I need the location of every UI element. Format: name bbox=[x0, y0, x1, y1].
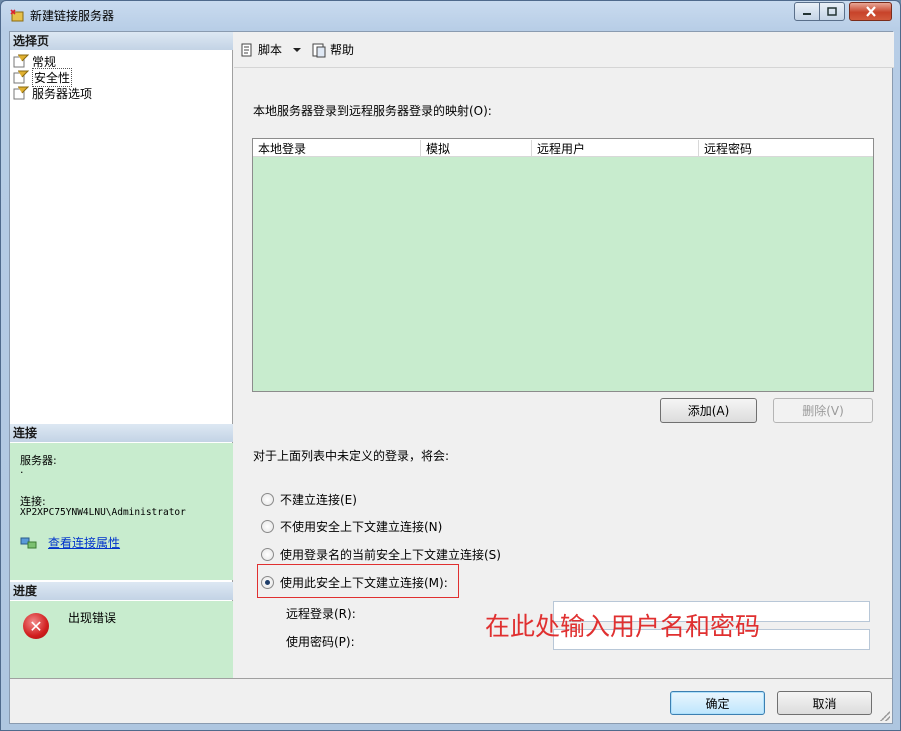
cancel-button[interactable]: 取消 bbox=[777, 691, 872, 715]
progress-area: ✕ 出现错误 bbox=[10, 601, 233, 678]
connection-value: XP2XPC75YNW4LNU\Administrator bbox=[20, 507, 186, 518]
app-icon bbox=[10, 9, 24, 22]
server-value: . bbox=[20, 463, 24, 476]
login-mapping-grid[interactable]: 本地登录 模拟 远程用户 远程密码 bbox=[252, 138, 874, 392]
column-header-local-login[interactable]: 本地登录 bbox=[253, 140, 421, 156]
page-item-security[interactable]: 安全性 bbox=[13, 67, 73, 87]
server-label: 服务器: bbox=[20, 454, 57, 467]
view-connection-properties[interactable]: 查看连接属性 bbox=[20, 534, 120, 551]
error-icon: ✕ bbox=[23, 613, 49, 639]
column-header-remote-user[interactable]: 远程用户 bbox=[532, 140, 699, 156]
option-label: 不建立连接(E) bbox=[280, 493, 357, 507]
option-label: 使用登录名的当前安全上下文建立连接(S) bbox=[280, 548, 501, 562]
select-page-header: 选择页 bbox=[10, 32, 233, 50]
page-item-label: 服务器选项 bbox=[32, 86, 93, 101]
chevron-down-icon[interactable] bbox=[291, 46, 303, 54]
window-title: 新建链接服务器 bbox=[30, 9, 115, 23]
help-icon bbox=[312, 43, 326, 57]
maximize-icon bbox=[827, 7, 837, 16]
page-icon bbox=[13, 86, 29, 100]
view-connection-properties-link[interactable]: 查看连接属性 bbox=[48, 534, 120, 551]
connection-properties-icon bbox=[20, 537, 37, 548]
connection-area: 服务器: . 连接: XP2XPC75YNW4LNU\Administrator… bbox=[10, 443, 233, 580]
grid-header: 本地登录 模拟 远程用户 远程密码 bbox=[253, 139, 873, 157]
annotation-text: 在此处输入用户名和密码 bbox=[485, 612, 761, 641]
minimize-icon bbox=[803, 12, 811, 15]
page-item-server-options[interactable]: 服务器选项 bbox=[13, 85, 92, 101]
progress-header: 进度 bbox=[10, 582, 233, 600]
ok-button[interactable]: 确定 bbox=[670, 691, 765, 715]
remove-button[interactable]: 删除(V) bbox=[773, 398, 873, 423]
option-current-security-context[interactable]: 使用登录名的当前安全上下文建立连接(S) bbox=[261, 546, 501, 563]
mapping-label: 本地服务器登录到远程服务器登录的映射(O): bbox=[253, 104, 492, 118]
script-button[interactable]: 脚本 bbox=[239, 41, 303, 58]
resize-grip[interactable] bbox=[880, 711, 890, 721]
page-icon bbox=[13, 54, 29, 68]
radio-button[interactable] bbox=[261, 548, 274, 561]
toolbar: 脚本 帮助 bbox=[234, 32, 894, 68]
close-icon bbox=[865, 6, 876, 17]
option-label: 不使用安全上下文建立连接(N) bbox=[280, 520, 443, 534]
radio-button[interactable] bbox=[261, 493, 274, 506]
script-icon bbox=[241, 43, 252, 56]
connection-header: 连接 bbox=[10, 424, 233, 442]
dialog-client: 选择页 常规 安全性 服务器选项 连接 服务器: . 连接: XP2XPC75Y… bbox=[9, 31, 894, 724]
undefined-login-label: 对于上面列表中未定义的登录，将会: bbox=[253, 449, 450, 463]
help-button[interactable]: 帮助 bbox=[311, 41, 354, 58]
left-panel: 选择页 常规 安全性 服务器选项 连接 服务器: . 连接: XP2XPC75Y… bbox=[10, 32, 233, 678]
password-label: 使用密码(P): bbox=[286, 635, 355, 649]
add-button[interactable]: 添加(A) bbox=[660, 398, 757, 423]
page-icon bbox=[13, 70, 29, 84]
column-header-impersonate[interactable]: 模拟 bbox=[421, 140, 532, 156]
help-label: 帮助 bbox=[330, 43, 355, 57]
remote-login-label: 远程登录(R): bbox=[286, 607, 356, 621]
column-header-remote-password[interactable]: 远程密码 bbox=[699, 140, 873, 156]
progress-status: 出现错误 bbox=[68, 611, 117, 625]
close-button[interactable] bbox=[849, 2, 892, 21]
footer: 确定 取消 bbox=[10, 678, 892, 723]
option-no-connection[interactable]: 不建立连接(E) bbox=[261, 491, 357, 508]
title-bar[interactable]: 新建链接服务器 bbox=[1, 1, 900, 29]
option-no-security-context[interactable]: 不使用安全上下文建立连接(N) bbox=[261, 518, 442, 535]
maximize-button[interactable] bbox=[819, 2, 845, 21]
dialog-window: 新建链接服务器 选择页 常规 安全性 服务器选项 连接 服务器: . 连接: X… bbox=[0, 0, 901, 731]
annotation-highlight-box bbox=[257, 564, 459, 598]
minimize-button[interactable] bbox=[794, 2, 820, 21]
script-label: 脚本 bbox=[258, 43, 283, 57]
radio-button[interactable] bbox=[261, 520, 274, 533]
